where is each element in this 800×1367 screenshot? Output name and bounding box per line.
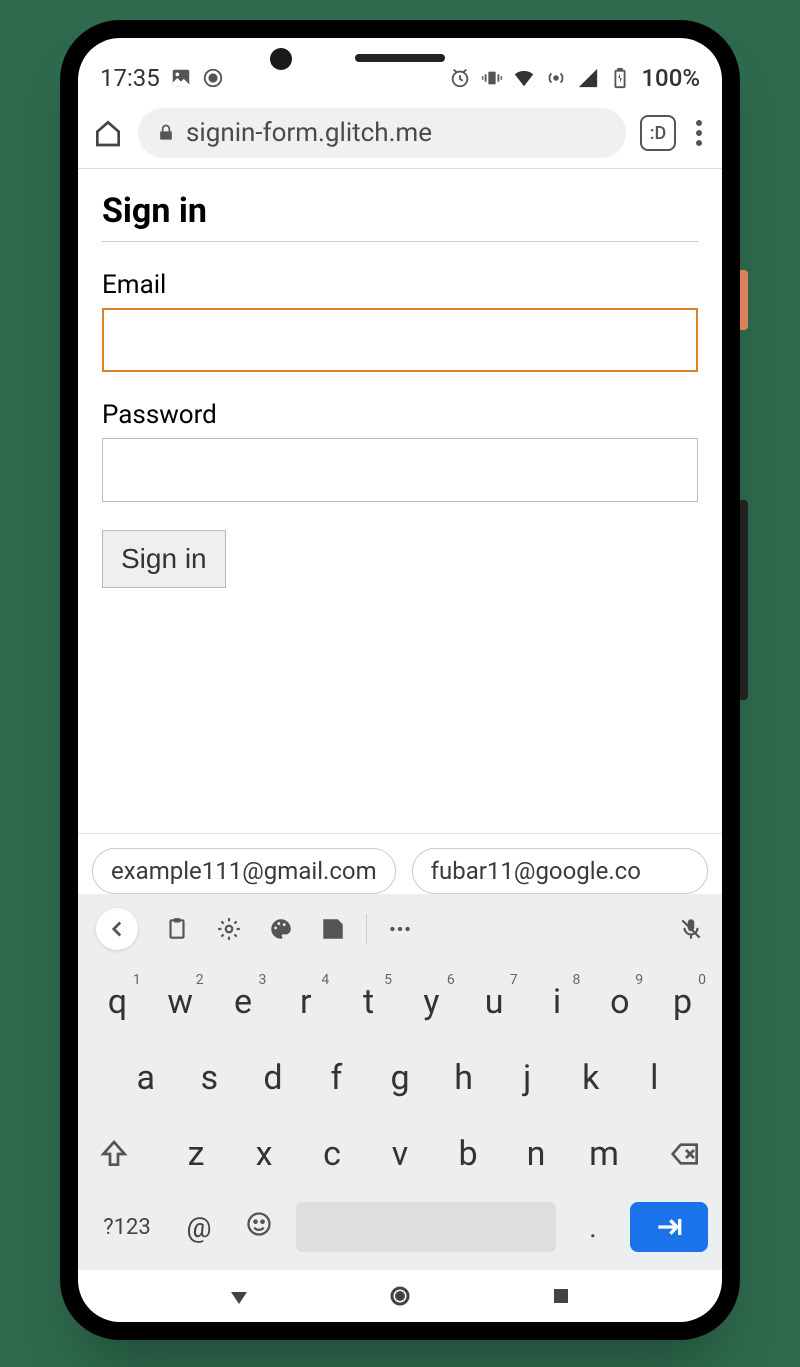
key-j[interactable]: j (495, 1044, 559, 1112)
battery-percent: 100% (641, 64, 700, 92)
backspace-key[interactable] (658, 1138, 714, 1170)
overflow-menu-icon[interactable] (690, 120, 708, 146)
password-label: Password (102, 400, 698, 430)
url-bar[interactable]: signin-form.glitch.me (138, 108, 626, 158)
suggestion-chip[interactable]: fubar11@google.co (412, 848, 708, 894)
key-x[interactable]: x (230, 1120, 298, 1188)
status-bar: 17:35 100% (78, 38, 722, 98)
gear-icon[interactable] (216, 916, 242, 942)
clipboard-icon[interactable] (164, 916, 190, 942)
symbols-key[interactable]: ?123 (92, 1215, 162, 1240)
email-label: Email (102, 270, 698, 300)
tabs-button[interactable]: :D (640, 115, 676, 151)
soft-keyboard: q1w2e3r4t5y6u7i8o9p0 asdfghjkl zxcvbnm ?… (78, 894, 722, 1270)
key-c[interactable]: c (298, 1120, 366, 1188)
home-icon[interactable] (92, 117, 124, 149)
autofill-suggestions: example111@gmail.com fubar11@google.co (78, 833, 722, 894)
keyboard-collapse-icon[interactable] (96, 908, 138, 950)
key-b[interactable]: b (434, 1120, 502, 1188)
nav-home-icon[interactable] (388, 1284, 412, 1308)
target-icon (202, 67, 224, 89)
period-key[interactable]: . (570, 1211, 616, 1244)
nav-back-icon[interactable] (227, 1284, 251, 1308)
key-h[interactable]: h (432, 1044, 496, 1112)
key-n[interactable]: n (502, 1120, 570, 1188)
vibrate-icon (481, 67, 503, 89)
nav-recent-icon[interactable] (549, 1284, 573, 1308)
alarm-icon (449, 67, 471, 89)
shift-key[interactable] (86, 1138, 142, 1170)
key-k[interactable]: k (559, 1044, 623, 1112)
signal-icon (577, 67, 599, 89)
key-y[interactable]: y6 (400, 968, 463, 1036)
wifi-icon (513, 67, 535, 89)
page-content: Sign in Email Password Sign in (78, 169, 722, 833)
password-field[interactable] (102, 438, 698, 502)
key-l[interactable]: l (623, 1044, 687, 1112)
key-g[interactable]: g (368, 1044, 432, 1112)
lock-icon (156, 123, 176, 143)
key-z[interactable]: z (162, 1120, 230, 1188)
spacebar-key[interactable] (296, 1202, 556, 1252)
more-icon[interactable] (387, 916, 413, 942)
palette-icon[interactable] (268, 916, 294, 942)
at-key[interactable]: @ (176, 1211, 222, 1244)
status-time: 17:35 (100, 64, 160, 92)
system-nav-bar (78, 1270, 722, 1322)
key-f[interactable]: f (305, 1044, 369, 1112)
email-field[interactable] (102, 308, 698, 372)
url-text: signin-form.glitch.me (186, 118, 432, 148)
mic-off-icon[interactable] (678, 916, 704, 942)
key-q[interactable]: q1 (86, 968, 149, 1036)
key-d[interactable]: d (241, 1044, 305, 1112)
suggestion-chip[interactable]: example111@gmail.com (92, 848, 396, 894)
key-t[interactable]: t5 (337, 968, 400, 1036)
enter-key[interactable] (630, 1202, 708, 1252)
key-i[interactable]: i8 (526, 968, 589, 1036)
emoji-key[interactable] (236, 1210, 282, 1245)
key-a[interactable]: a (114, 1044, 178, 1112)
key-r[interactable]: r4 (274, 968, 337, 1036)
hotspot-icon (545, 67, 567, 89)
key-o[interactable]: o9 (588, 968, 651, 1036)
key-e[interactable]: e3 (212, 968, 275, 1036)
browser-bar: signin-form.glitch.me :D (78, 98, 722, 169)
sticker-icon[interactable] (320, 916, 346, 942)
key-s[interactable]: s (178, 1044, 242, 1112)
image-icon (170, 67, 192, 89)
key-v[interactable]: v (366, 1120, 434, 1188)
sign-in-button[interactable]: Sign in (102, 530, 226, 588)
key-u[interactable]: u7 (463, 968, 526, 1036)
key-m[interactable]: m (570, 1120, 638, 1188)
key-p[interactable]: p0 (651, 968, 714, 1036)
page-title: Sign in (102, 191, 698, 242)
battery-icon (609, 67, 631, 89)
key-w[interactable]: w2 (149, 968, 212, 1036)
